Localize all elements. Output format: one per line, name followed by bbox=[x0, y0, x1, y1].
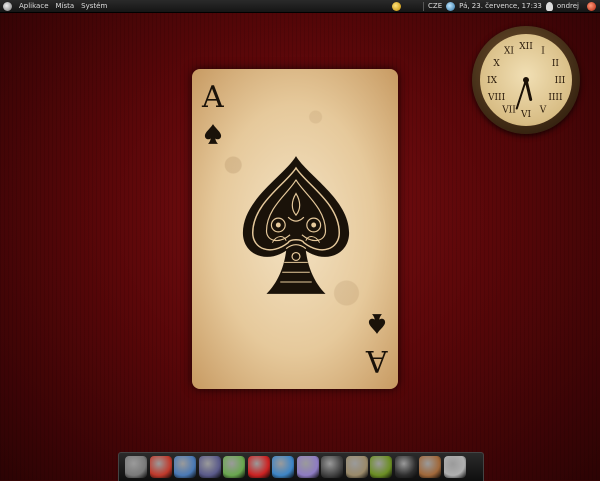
clock-numeral: XII bbox=[519, 42, 533, 52]
spade-pip-bottom-right-icon bbox=[368, 314, 386, 334]
clock-numeral: XI bbox=[504, 47, 514, 57]
clock-numeral: III bbox=[555, 76, 566, 86]
clock-numeral: IX bbox=[487, 76, 498, 86]
package-icon[interactable] bbox=[419, 456, 441, 478]
gnome-foot-icon[interactable] bbox=[3, 1, 12, 11]
card-rank-top-left: A bbox=[202, 80, 224, 115]
clock-minute-hand bbox=[515, 79, 527, 110]
clock-numeral: VII bbox=[501, 105, 516, 115]
thunderbird-icon[interactable] bbox=[174, 456, 196, 478]
panel-separator bbox=[423, 1, 425, 11]
blender-icon[interactable] bbox=[321, 456, 343, 478]
pidgin-icon[interactable] bbox=[198, 456, 221, 478]
clock-numeral: V bbox=[539, 105, 547, 115]
user-bulb-icon bbox=[545, 1, 553, 11]
analog-clock-widget[interactable]: XII I II III IIII V VI VII VIII IX X XI bbox=[472, 26, 580, 134]
firefox-icon[interactable] bbox=[149, 456, 172, 478]
clock-center-pin bbox=[523, 77, 529, 83]
clock-dial: XII IIIIIIIIIIVVIVIIVIIIIXXXI bbox=[487, 42, 566, 120]
stop-icon[interactable] bbox=[247, 456, 270, 478]
menu-places[interactable]: Místa bbox=[56, 2, 75, 10]
terminal-icon[interactable] bbox=[394, 456, 417, 478]
inkscape-icon[interactable] bbox=[370, 456, 392, 478]
system-monitor-icon[interactable] bbox=[125, 456, 147, 478]
network-globe-icon[interactable] bbox=[446, 1, 456, 11]
top-panel: Aplikace Místa Systém CZE Pá, 23. červen… bbox=[0, 0, 600, 13]
image-viewer-icon[interactable] bbox=[296, 456, 319, 478]
top-menu: Aplikace Místa Systém bbox=[0, 1, 107, 11]
dock bbox=[118, 452, 484, 481]
menu-applications[interactable]: Aplikace bbox=[19, 2, 49, 10]
clock-numeral: IIII bbox=[548, 93, 563, 103]
ornate-center-spade-icon bbox=[242, 156, 350, 294]
clock-numeral: VIII bbox=[487, 93, 506, 103]
clock-numeral: VI bbox=[520, 110, 531, 120]
trash-icon[interactable] bbox=[443, 456, 466, 478]
card-rank-bottom-right: A bbox=[366, 343, 388, 378]
clock-face: XII I II III IIII V VI VII VIII IX X XI bbox=[480, 34, 572, 126]
browser-globe-icon[interactable] bbox=[272, 456, 294, 478]
ace-of-spades-card: A A bbox=[192, 69, 398, 389]
calculator-icon[interactable] bbox=[223, 456, 245, 478]
power-icon[interactable] bbox=[587, 1, 596, 11]
panel-datetime[interactable]: Pá, 23. července, 17:33 bbox=[459, 2, 542, 10]
emoticon-status-icon[interactable] bbox=[392, 1, 402, 11]
clock-numeral: I bbox=[541, 47, 545, 57]
panel-username[interactable]: ondrej bbox=[557, 2, 579, 10]
gimp-icon[interactable] bbox=[345, 456, 368, 478]
top-panel-tray: CZE Pá, 23. července, 17:33 ondrej bbox=[392, 1, 600, 11]
spade-pip-top-left-icon bbox=[204, 124, 222, 144]
clock-numeral: II bbox=[552, 59, 560, 69]
keyboard-layout-indicator[interactable]: CZE bbox=[428, 2, 442, 10]
clock-numeral: X bbox=[493, 59, 500, 69]
menu-system[interactable]: Systém bbox=[81, 2, 107, 10]
